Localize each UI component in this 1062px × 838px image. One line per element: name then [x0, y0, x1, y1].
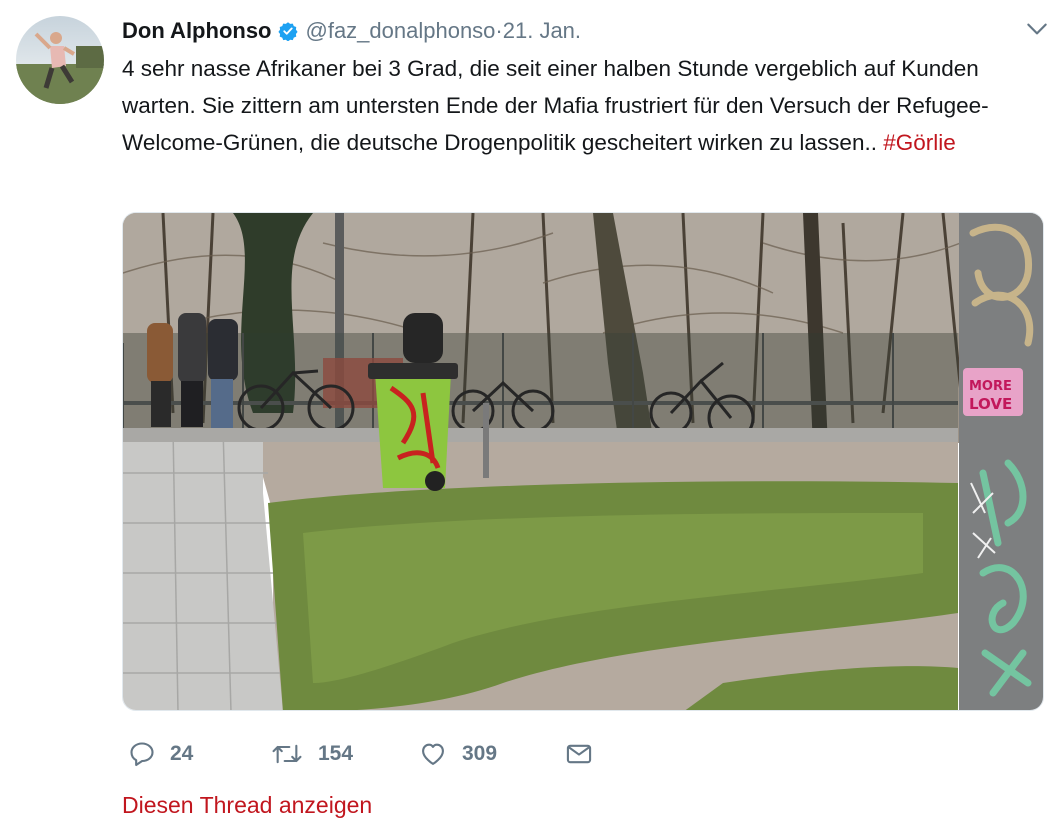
tweet-body: 4 sehr nasse Afrikaner bei 3 Grad, die s…	[122, 56, 989, 155]
tweet-text: 4 sehr nasse Afrikaner bei 3 Grad, die s…	[122, 50, 1042, 161]
show-thread-link[interactable]: Diesen Thread anzeigen	[122, 792, 372, 819]
verified-badge-icon	[277, 21, 298, 42]
reply-button[interactable]: 24	[128, 734, 193, 774]
action-bar: 24 154 309	[122, 734, 622, 774]
like-button[interactable]: 309	[418, 734, 497, 774]
author-handle[interactable]: @faz_donalphonso	[306, 18, 496, 44]
hashtag-link[interactable]: #Görlie	[883, 130, 956, 155]
retweet-icon	[272, 744, 302, 764]
direct-message-button[interactable]	[564, 734, 594, 774]
svg-text:LOVE: LOVE	[969, 395, 1012, 413]
retweet-count: 154	[318, 742, 354, 765]
retweet-button[interactable]: 154	[270, 734, 353, 774]
chevron-down-icon[interactable]	[1024, 16, 1050, 42]
like-count: 309	[462, 742, 498, 765]
tweet-header: Don Alphonso @faz_donalphonso · 21. Jan.	[122, 16, 1042, 46]
envelope-icon	[566, 744, 592, 764]
reply-icon	[130, 742, 154, 767]
reply-count: 24	[170, 742, 194, 765]
tweet-date[interactable]: 21. Jan.	[503, 18, 581, 44]
heart-icon	[422, 743, 444, 765]
avatar[interactable]	[16, 16, 104, 104]
svg-text:MORE: MORE	[969, 379, 1012, 394]
author-name[interactable]: Don Alphonso	[122, 18, 272, 44]
tweet-photo[interactable]: MORE LOVE	[122, 212, 1044, 711]
header-separator: ·	[495, 18, 503, 43]
